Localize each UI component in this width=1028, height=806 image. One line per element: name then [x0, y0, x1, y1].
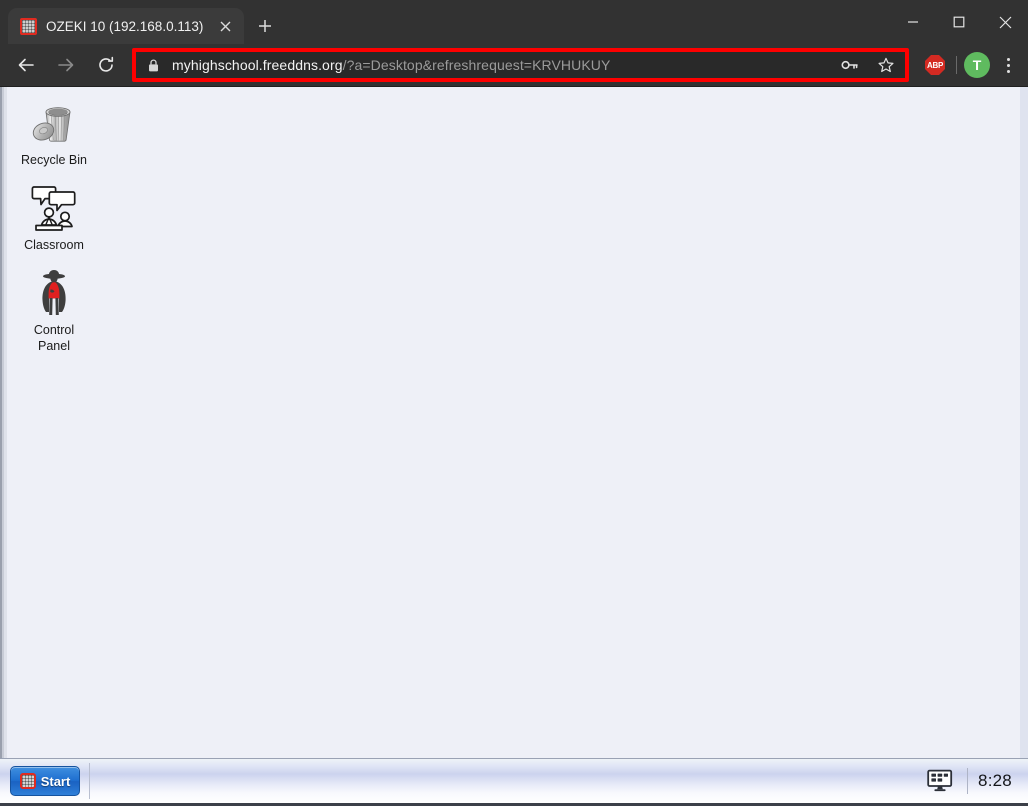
taskbar-clock[interactable]: 8:28: [976, 771, 1020, 791]
lock-icon[interactable]: [148, 58, 162, 72]
control-panel-icon: [28, 267, 80, 319]
adblock-plus-extension-icon[interactable]: ABP: [921, 51, 949, 79]
browser-window: OZEKI 10 (192.168.0.113) myhighschool.fr…: [0, 0, 1028, 806]
new-tab-button[interactable]: [250, 11, 280, 41]
toolbar-divider: [956, 56, 957, 74]
taskbar-window-list[interactable]: [90, 759, 921, 803]
menu-dot: [1006, 63, 1010, 67]
minimize-button[interactable]: [890, 0, 936, 44]
chrome-menu-icon[interactable]: [994, 50, 1022, 80]
url-host: myhighschool.freeddns.org: [172, 57, 343, 73]
desktop-icon-control-panel[interactable]: Control Panel: [7, 261, 101, 358]
avatar-initial: T: [972, 57, 982, 73]
maximize-button[interactable]: [936, 0, 982, 44]
browser-tab[interactable]: OZEKI 10 (192.168.0.113): [8, 8, 244, 44]
start-button-label: Start: [40, 773, 71, 789]
classroom-icon: [28, 182, 80, 234]
window-controls: [890, 0, 1028, 44]
remote-desktop-surface[interactable]: Recycle Bin Classroom Control Panel: [7, 87, 1020, 758]
page-left-edge: [0, 87, 7, 758]
start-button[interactable]: Start: [10, 766, 80, 796]
tray-divider: [967, 768, 968, 794]
browser-toolbar: myhighschool.freeddns.org/?a=Desktop&ref…: [0, 44, 1028, 86]
url-path: /?a=Desktop&refreshrequest=KRVHUKUY: [342, 57, 611, 73]
url-text: myhighschool.freeddns.org/?a=Desktop&ref…: [172, 57, 827, 73]
desktop-icon-label: Recycle Bin: [21, 153, 87, 167]
desktop-icon-label-line2: Panel: [38, 339, 70, 353]
close-button[interactable]: [982, 0, 1028, 44]
monitor-icon[interactable]: [921, 762, 959, 800]
desktop-icon-recycle-bin[interactable]: Recycle Bin: [7, 91, 101, 172]
tab-strip: OZEKI 10 (192.168.0.113): [0, 0, 1028, 44]
abp-badge-label: ABP: [925, 55, 945, 75]
menu-dot: [1006, 57, 1010, 61]
desktop-icon-label-line1: Control: [33, 323, 75, 337]
key-icon[interactable]: [837, 52, 863, 78]
address-bar-highlight: myhighschool.freeddns.org/?a=Desktop&ref…: [132, 48, 909, 82]
ozeki-grid-icon: [20, 17, 37, 35]
forward-button[interactable]: [50, 49, 82, 81]
tab-title: OZEKI 10 (192.168.0.113): [46, 18, 204, 34]
star-icon[interactable]: [873, 52, 899, 78]
ozeki-grid-icon: [19, 773, 36, 789]
avatar[interactable]: T: [964, 52, 990, 78]
taskbar: Start 8:28: [0, 758, 1028, 806]
recycle-bin-icon: [28, 97, 80, 149]
back-button[interactable]: [10, 49, 42, 81]
desktop-icon-label: Control Panel: [34, 322, 74, 354]
reload-button[interactable]: [90, 49, 122, 81]
address-bar[interactable]: myhighschool.freeddns.org/?a=Desktop&ref…: [136, 52, 905, 78]
page-viewport: Recycle Bin Classroom Control Panel: [0, 86, 1028, 758]
desktop-icon-label: Classroom: [24, 238, 84, 252]
menu-dot: [1006, 69, 1010, 73]
desktop-icon-classroom[interactable]: Classroom: [7, 176, 101, 257]
page-right-edge: [1020, 87, 1028, 758]
close-icon[interactable]: [214, 15, 236, 37]
system-tray: 8:28: [921, 759, 1024, 803]
desktop-icon-column: Recycle Bin Classroom Control Panel: [7, 91, 101, 362]
